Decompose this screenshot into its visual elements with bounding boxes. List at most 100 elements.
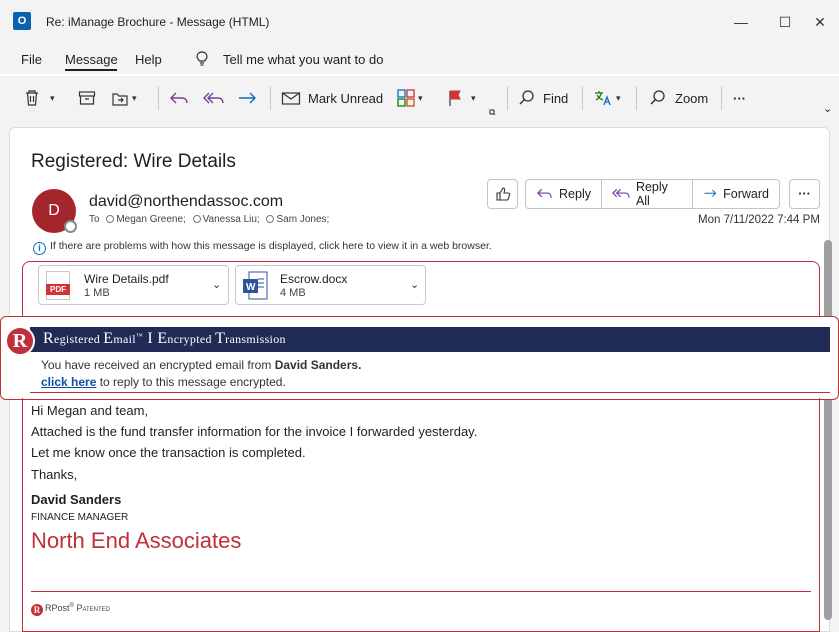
ribbon-expand-chevron-icon[interactable]: ⌄ (823, 96, 832, 120)
reply-icon (537, 188, 552, 198)
lightbulb-icon (196, 51, 208, 66)
rpost-logo-icon: R (31, 604, 43, 616)
window-title: Re: iManage Brochure - Message (HTML) (46, 15, 270, 29)
reply-all-ribbon-button[interactable] (203, 86, 225, 110)
encrypted-reply-line: click here to reply to this message encr… (41, 375, 286, 389)
translate-button[interactable]: ▾ (593, 86, 621, 110)
attachment-size: 4 MB (280, 287, 306, 299)
zoom-button[interactable]: Zoom (649, 86, 708, 110)
encryption-banner-title: Registered Email™ I Encrypted Transmissi… (43, 330, 286, 347)
chevron-down-icon: ▾ (616, 92, 621, 103)
forward-label: Forward (723, 187, 769, 201)
move-folder-icon (112, 92, 128, 106)
divider (158, 86, 159, 110)
sender-name: David Sanders. (274, 358, 362, 372)
reply-all-icon (203, 92, 224, 104)
pdf-file-icon: PDF (46, 271, 70, 300)
divider (721, 86, 722, 110)
forward-icon (239, 92, 256, 104)
envelope-icon (281, 92, 301, 105)
recipient[interactable]: Sam Jones; (276, 214, 329, 225)
menu-help[interactable]: Help (135, 52, 162, 67)
forward-ribbon-button[interactable] (237, 86, 257, 110)
divider (31, 591, 811, 592)
scrollbar[interactable] (824, 240, 832, 620)
attachment-docx[interactable]: W Escrow.docx 4 MB ⌄ (235, 265, 426, 305)
forward-button[interactable]: Forward (693, 180, 779, 208)
reply-icon (170, 92, 188, 104)
menu-file[interactable]: File (21, 52, 42, 67)
categorize-button[interactable]: ▾ (397, 86, 423, 110)
recipient[interactable]: Vanessa Liu; (203, 214, 260, 225)
message-subject: Registered: Wire Details (31, 151, 236, 172)
chevron-down-icon: ▾ (471, 92, 476, 103)
chevron-down-icon: ▾ (50, 92, 55, 103)
attachment-name: Escrow.docx (280, 272, 348, 286)
like-button[interactable] (487, 179, 518, 209)
presence-ring-icon (266, 215, 275, 223)
recipient[interactable]: Megan Greene; (116, 214, 186, 225)
divider (636, 86, 637, 110)
chevron-down-icon[interactable]: ⌄ (410, 278, 419, 291)
encryption-notice: You have received an encrypted email fro… (41, 358, 362, 372)
info-icon: i (33, 242, 46, 255)
reply-all-label: Reply All (635, 180, 668, 208)
word-file-letter: W (246, 282, 256, 293)
move-button[interactable]: ▾ (111, 86, 137, 110)
reply-button[interactable]: Reply (526, 180, 602, 208)
delete-button[interactable]: ▾ (24, 86, 55, 110)
to-label: To (89, 214, 100, 225)
menu-bar: File Message Help Tell me what you want … (0, 44, 839, 74)
minimize-button[interactable]: — (721, 8, 761, 36)
body-line: Attached is the fund transfer informatio… (31, 424, 478, 439)
encryption-banner-bar: Registered Email™ I Encrypted Transmissi… (30, 327, 830, 352)
flag-icon (449, 90, 461, 106)
body-line: Hi Megan and team, (31, 403, 149, 418)
follow-up-button[interactable]: ▾ (447, 86, 476, 110)
zoom-icon (650, 90, 665, 105)
body-line: Let me know once the transaction is comp… (31, 445, 306, 460)
mark-unread-button[interactable]: Mark Unread (281, 86, 383, 110)
presence-ring-icon (192, 215, 201, 223)
body-line: Thanks, (31, 467, 78, 482)
rpost-footer: R RPost® Patented (31, 603, 110, 616)
tell-me-search[interactable]: Tell me what you want to do (223, 52, 383, 67)
chevron-down-icon: ▾ (132, 92, 137, 103)
reply-ribbon-button[interactable] (169, 86, 189, 110)
mark-unread-label: Mark Unread (308, 90, 384, 106)
signature-company: North End Associates (31, 528, 242, 553)
translate-icon (595, 91, 611, 106)
ribbon-toolbar: ▾ ▾ Mark Unread ▾ ▾ ⧉ Find ▾ Zoom ··· ⌄ (0, 76, 839, 120)
find-label: Find (543, 90, 569, 106)
maximize-button[interactable]: ☐ (765, 8, 805, 36)
zoom-label: Zoom (675, 90, 709, 106)
archive-button[interactable] (78, 86, 96, 110)
reply-all-button[interactable]: Reply All (602, 180, 693, 208)
rpost-logo: R (5, 326, 35, 356)
chevron-down-icon[interactable]: ⌄ (212, 278, 221, 291)
close-button[interactable]: ✕ (800, 8, 839, 36)
reply-all-icon (612, 188, 630, 198)
divider (582, 86, 583, 110)
active-tab-underline (65, 69, 117, 71)
divider (270, 86, 271, 110)
find-button[interactable]: Find (518, 86, 568, 110)
trash-icon (26, 90, 38, 106)
more-options-button[interactable]: ··· (733, 86, 746, 110)
display-info-bar[interactable]: i If there are problems with how this mes… (33, 240, 492, 255)
forward-icon (704, 189, 717, 197)
more-actions-button[interactable]: ··· (789, 179, 820, 209)
categories-icon (397, 89, 415, 107)
signature-name: David Sanders (31, 492, 122, 507)
display-info-text: If there are problems with how this mess… (50, 240, 492, 252)
attachment-name: Wire Details.pdf (84, 272, 169, 286)
recipients-line: To Megan Greene; Vanessa Liu; Sam Jones; (89, 214, 329, 225)
sender-address[interactable]: david@northendassoc.com (89, 193, 283, 211)
encrypted-reply-link[interactable]: click here (41, 375, 96, 389)
attachment-pdf[interactable]: PDF Wire Details.pdf 1 MB ⌄ (38, 265, 229, 305)
sent-date: Mon 7/11/2022 7:44 PM (698, 214, 820, 226)
reply-label: Reply (559, 187, 591, 201)
menu-message[interactable]: Message (65, 52, 118, 67)
search-icon (519, 90, 534, 105)
signature-role: FINANCE MANAGER (31, 512, 129, 523)
